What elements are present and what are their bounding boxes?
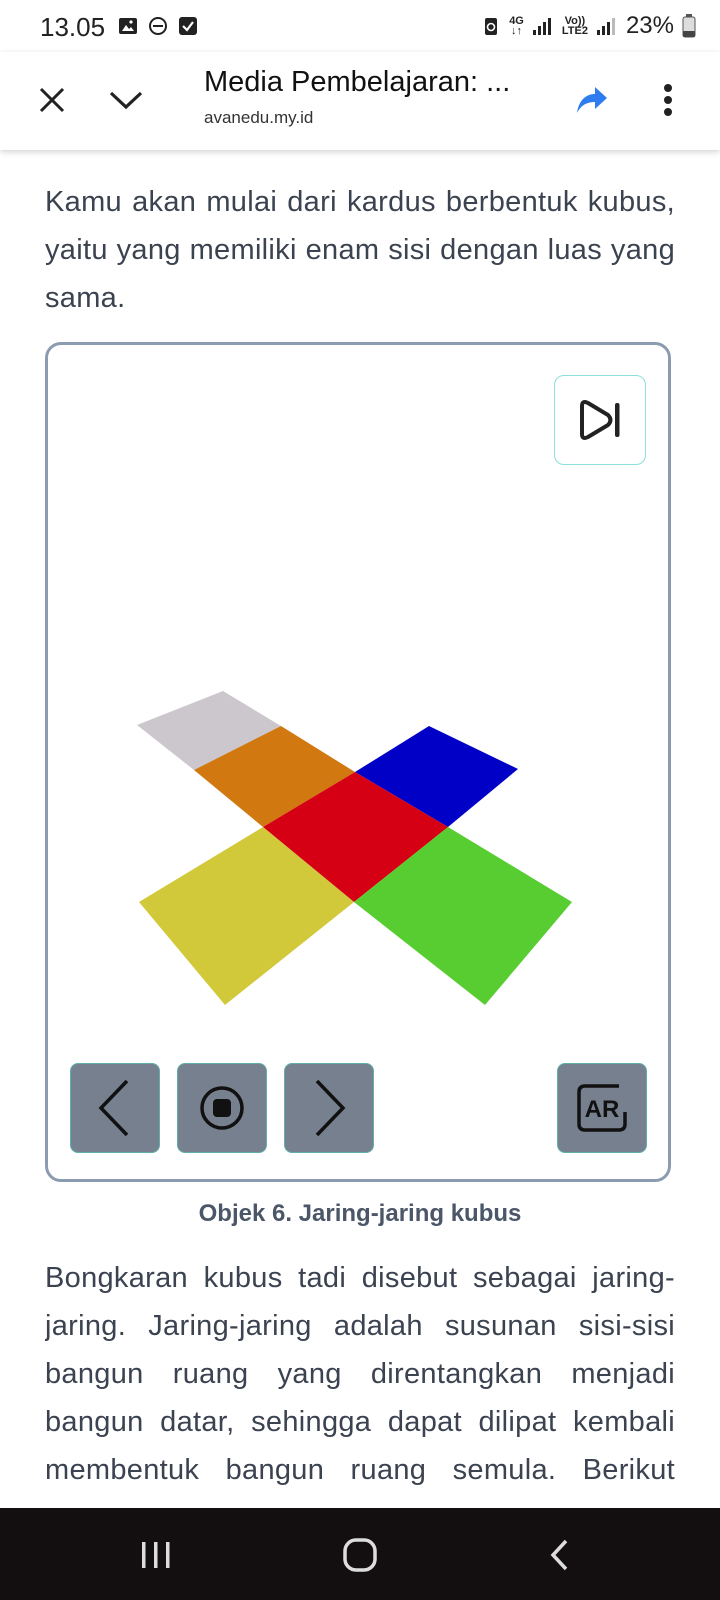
paragraph-intro: Kamu akan mulai dari kardus berbentuk ku…: [45, 186, 675, 314]
signal-icon: [532, 18, 551, 35]
share-button[interactable]: [566, 74, 618, 126]
chevron-down-icon: [109, 91, 143, 110]
page-title: Media Pembelajaran: ...: [204, 66, 511, 98]
status-bar: 13.05 4G ↓↑ Vo)) LTE2 23%: [0, 0, 720, 52]
volte-label: Vo)) LTE2: [561, 15, 588, 37]
share-icon: [577, 87, 607, 113]
do-not-disturb-icon: [149, 17, 167, 35]
image-icon: [119, 18, 137, 34]
recent-apps-icon: [142, 1542, 170, 1568]
paragraph-bottom-wrapper: Bongkaran kubus tadi disebut sebagai jar…: [45, 1254, 675, 1498]
minimize-button[interactable]: [100, 74, 152, 126]
browser-toolbar: Media Pembelajaran: ... avanedu.my.id: [0, 52, 720, 150]
checkbox-icon: [179, 17, 197, 35]
3d-viewer[interactable]: AR: [45, 342, 671, 1182]
close-button[interactable]: [26, 74, 78, 126]
recent-apps-button[interactable]: [126, 1530, 186, 1580]
battery-icon: [682, 14, 696, 38]
figure-caption: Objek 6. Jaring-jaring kubus: [198, 1200, 522, 1227]
back-button[interactable]: [530, 1530, 590, 1580]
paragraph-definition: Bongkaran kubus tadi disebut sebagai jar…: [45, 1262, 675, 1486]
home-icon: [343, 1538, 377, 1572]
network-type: 4G ↓↑: [509, 15, 524, 37]
battery-saver-icon: [485, 18, 498, 35]
next-button[interactable]: [284, 1063, 374, 1153]
svg-text:AR: AR: [585, 1096, 620, 1123]
previous-icon: [98, 1079, 129, 1137]
close-icon: [39, 87, 65, 113]
stop-icon: [200, 1086, 244, 1130]
page-url: avanedu.my.id: [204, 108, 314, 127]
signal-icon: [596, 18, 615, 35]
cube-net: [137, 691, 572, 1005]
ar-icon: AR: [577, 1084, 627, 1132]
battery-percent: 23%: [625, 12, 674, 39]
previous-button[interactable]: [70, 1063, 160, 1153]
more-vert-icon: [664, 84, 672, 116]
next-icon: [315, 1079, 346, 1137]
ar-button[interactable]: AR: [557, 1063, 647, 1153]
system-navbar: [0, 1508, 720, 1600]
home-button[interactable]: [330, 1530, 390, 1580]
back-icon: [550, 1539, 568, 1571]
status-time: 13.05: [40, 12, 106, 42]
stop-button[interactable]: [177, 1063, 267, 1153]
more-options-button[interactable]: [642, 74, 694, 126]
